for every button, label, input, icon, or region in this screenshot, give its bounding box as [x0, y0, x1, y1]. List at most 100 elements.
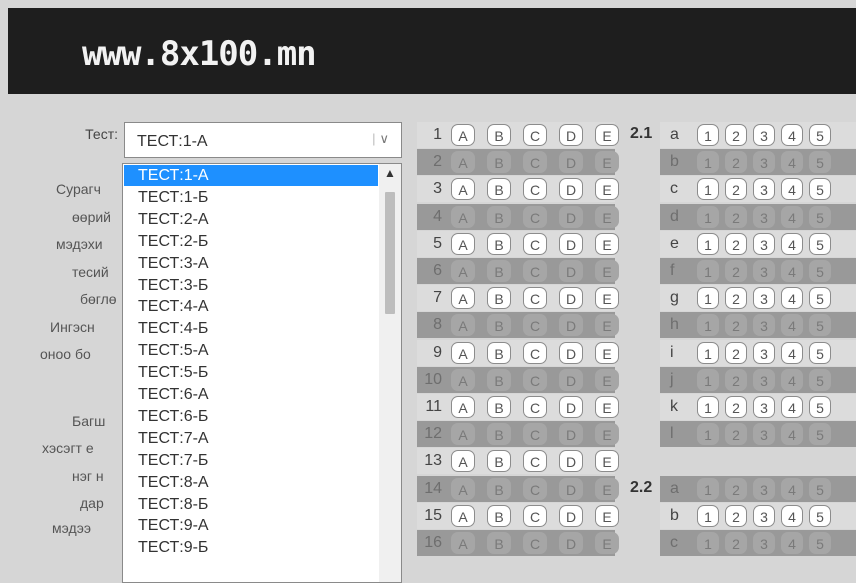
answer-option-b[interactable]: B: [487, 532, 511, 554]
answer-option-d[interactable]: D: [559, 124, 583, 146]
answer-option-b[interactable]: B: [487, 151, 511, 174]
dropdown-option[interactable]: ТЕСТ:3-А: [124, 253, 378, 274]
score-option-4[interactable]: 4: [781, 205, 803, 228]
answer-option-e[interactable]: E: [595, 368, 619, 391]
answer-option-a[interactable]: A: [451, 423, 475, 446]
answer-option-c[interactable]: C: [523, 341, 547, 364]
score-option-2[interactable]: 2: [725, 396, 747, 418]
score-option-4[interactable]: 4: [781, 124, 803, 146]
dropdown-option[interactable]: ТЕСТ:2-А: [124, 209, 378, 230]
score-option-4[interactable]: 4: [781, 368, 803, 391]
score-option-4[interactable]: 4: [781, 314, 803, 337]
answer-option-a[interactable]: A: [451, 287, 475, 310]
score-option-2[interactable]: 2: [725, 178, 747, 201]
score-option-1[interactable]: 1: [697, 341, 719, 364]
answer-option-b[interactable]: B: [487, 423, 511, 446]
answer-option-d[interactable]: D: [559, 260, 583, 282]
score-option-1[interactable]: 1: [697, 124, 719, 146]
score-option-5[interactable]: 5: [809, 532, 831, 554]
score-option-3[interactable]: 3: [753, 260, 775, 282]
score-option-2[interactable]: 2: [725, 504, 747, 527]
answer-option-d[interactable]: D: [559, 532, 583, 554]
answer-option-a[interactable]: A: [451, 504, 475, 527]
answer-option-e[interactable]: E: [595, 423, 619, 446]
dropdown-option[interactable]: ТЕСТ:8-А: [124, 472, 378, 493]
score-option-3[interactable]: 3: [753, 178, 775, 201]
score-option-3[interactable]: 3: [753, 232, 775, 255]
answer-option-b[interactable]: B: [487, 178, 511, 201]
score-option-5[interactable]: 5: [809, 341, 831, 364]
answer-option-c[interactable]: C: [523, 178, 547, 201]
score-option-2[interactable]: 2: [725, 532, 747, 554]
score-option-2[interactable]: 2: [725, 341, 747, 364]
dropdown-option[interactable]: ТЕСТ:5-А: [124, 340, 378, 361]
score-option-1[interactable]: 1: [697, 260, 719, 282]
score-option-3[interactable]: 3: [753, 151, 775, 174]
answer-option-c[interactable]: C: [523, 423, 547, 446]
answer-option-e[interactable]: E: [595, 232, 619, 255]
score-option-5[interactable]: 5: [809, 178, 831, 201]
answer-option-c[interactable]: C: [523, 314, 547, 337]
answer-option-e[interactable]: E: [595, 396, 619, 418]
answer-option-a[interactable]: A: [451, 178, 475, 201]
score-option-4[interactable]: 4: [781, 423, 803, 446]
dropdown-option[interactable]: ТЕСТ:4-А: [124, 296, 378, 317]
dropdown-option[interactable]: ТЕСТ:5-Б: [124, 362, 378, 383]
score-option-3[interactable]: 3: [753, 532, 775, 554]
score-option-5[interactable]: 5: [809, 124, 831, 146]
answer-option-b[interactable]: B: [487, 287, 511, 310]
score-option-5[interactable]: 5: [809, 396, 831, 418]
score-option-4[interactable]: 4: [781, 287, 803, 310]
score-option-4[interactable]: 4: [781, 341, 803, 364]
score-option-2[interactable]: 2: [725, 368, 747, 391]
answer-option-a[interactable]: A: [451, 396, 475, 418]
answer-option-a[interactable]: A: [451, 341, 475, 364]
answer-option-c[interactable]: C: [523, 396, 547, 418]
score-option-1[interactable]: 1: [697, 178, 719, 201]
score-option-4[interactable]: 4: [781, 232, 803, 255]
answer-option-c[interactable]: C: [523, 477, 547, 500]
score-option-3[interactable]: 3: [753, 477, 775, 500]
score-option-4[interactable]: 4: [781, 396, 803, 418]
scrollbar-thumb[interactable]: [385, 192, 395, 314]
scroll-up-icon[interactable]: ▲: [379, 166, 401, 180]
dropdown-option[interactable]: ТЕСТ:7-А: [124, 428, 378, 449]
answer-option-b[interactable]: B: [487, 341, 511, 364]
answer-option-d[interactable]: D: [559, 205, 583, 228]
dropdown-option[interactable]: ТЕСТ:6-Б: [124, 406, 378, 427]
score-option-2[interactable]: 2: [725, 287, 747, 310]
score-option-1[interactable]: 1: [697, 477, 719, 500]
score-option-5[interactable]: 5: [809, 287, 831, 310]
answer-option-d[interactable]: D: [559, 396, 583, 418]
answer-option-e[interactable]: E: [595, 178, 619, 201]
answer-option-a[interactable]: A: [451, 314, 475, 337]
score-option-1[interactable]: 1: [697, 532, 719, 554]
answer-option-a[interactable]: A: [451, 151, 475, 174]
answer-option-a[interactable]: A: [451, 205, 475, 228]
score-option-1[interactable]: 1: [697, 423, 719, 446]
answer-option-b[interactable]: B: [487, 205, 511, 228]
score-option-5[interactable]: 5: [809, 151, 831, 174]
answer-option-e[interactable]: E: [595, 532, 619, 554]
score-option-3[interactable]: 3: [753, 314, 775, 337]
score-option-1[interactable]: 1: [697, 232, 719, 255]
dropdown-option[interactable]: ТЕСТ:7-Б: [124, 450, 378, 471]
score-option-1[interactable]: 1: [697, 396, 719, 418]
test-select[interactable]: ТЕСТ:1-А | ∨: [124, 122, 402, 158]
answer-option-b[interactable]: B: [487, 368, 511, 391]
dropdown-option[interactable]: ТЕСТ:1-Б: [124, 187, 378, 208]
dropdown-option[interactable]: ТЕСТ:8-Б: [124, 494, 378, 515]
answer-option-e[interactable]: E: [595, 124, 619, 146]
score-option-2[interactable]: 2: [725, 314, 747, 337]
answer-option-b[interactable]: B: [487, 314, 511, 337]
answer-option-e[interactable]: E: [595, 151, 619, 174]
score-option-1[interactable]: 1: [697, 151, 719, 174]
score-option-5[interactable]: 5: [809, 423, 831, 446]
answer-option-b[interactable]: B: [487, 124, 511, 146]
score-option-2[interactable]: 2: [725, 423, 747, 446]
test-dropdown-list[interactable]: ▲ ТЕСТ:1-А ТЕСТ:1-Б ТЕСТ:2-А ТЕСТ:2-Б ТЕСТ:3…: [122, 163, 402, 583]
answer-option-a[interactable]: A: [451, 232, 475, 255]
score-option-1[interactable]: 1: [697, 287, 719, 310]
answer-option-d[interactable]: D: [559, 151, 583, 174]
answer-option-c[interactable]: C: [523, 504, 547, 527]
